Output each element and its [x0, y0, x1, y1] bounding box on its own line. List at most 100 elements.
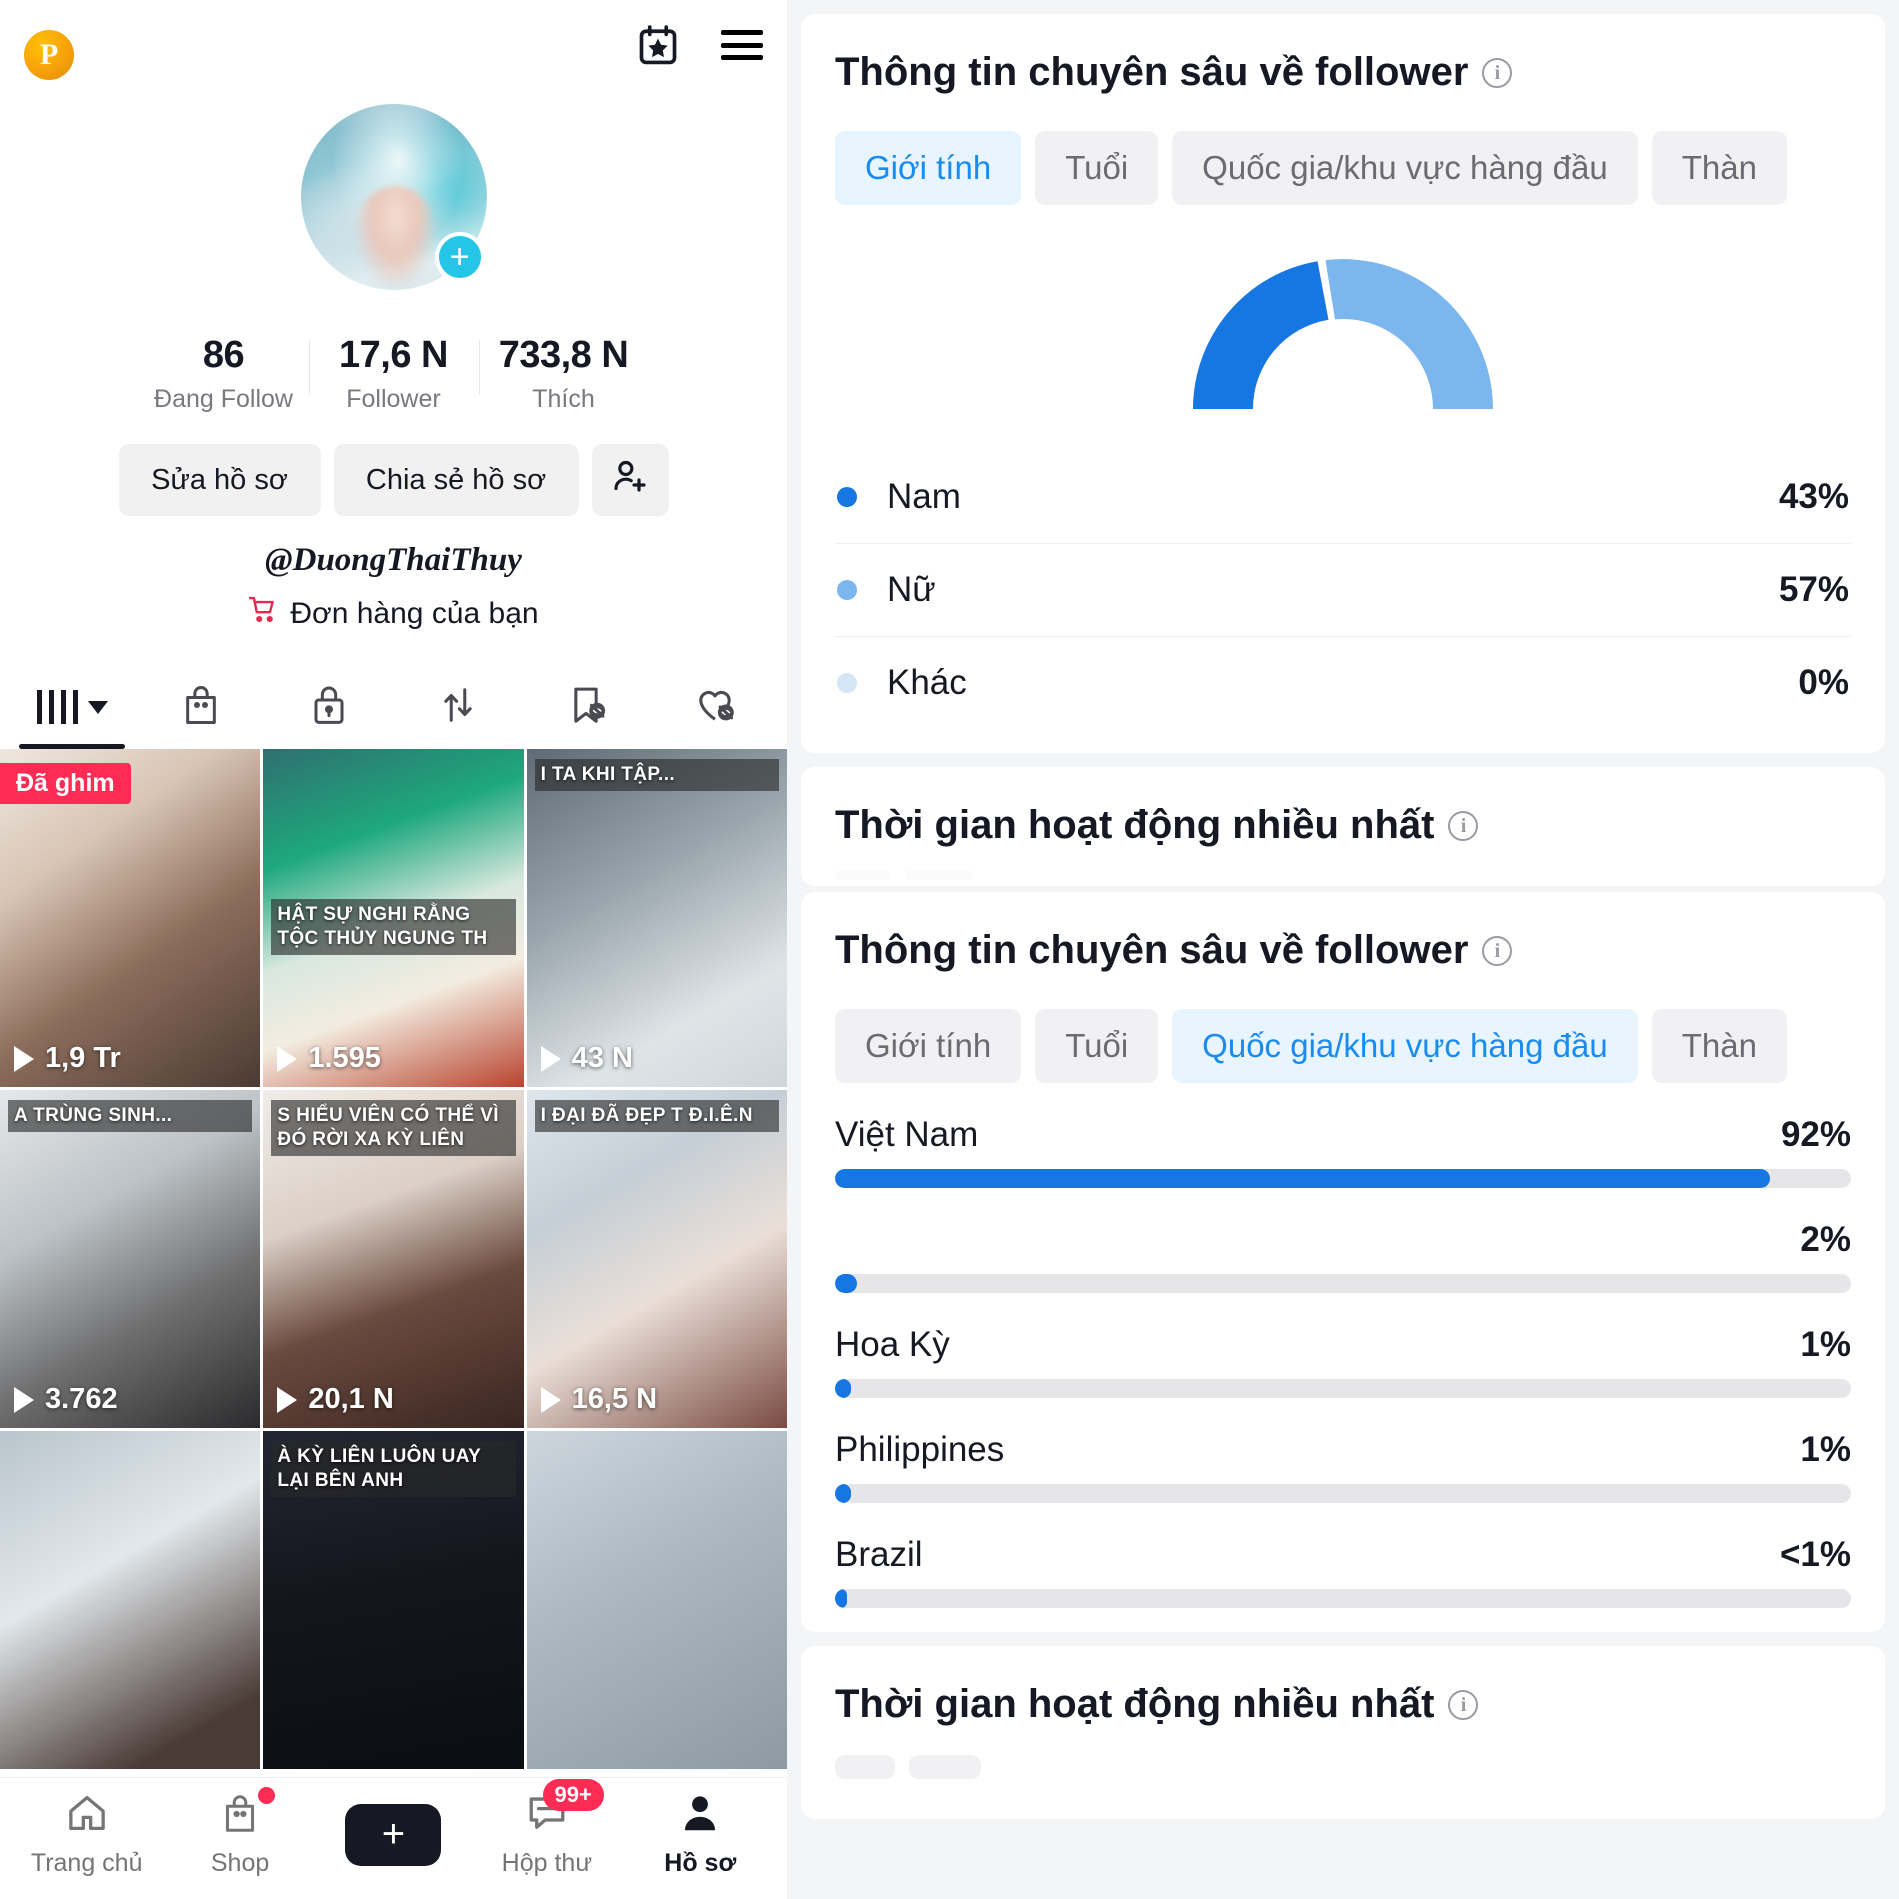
- bar-fill: [835, 1169, 1770, 1188]
- profile-handle[interactable]: @DuongThaiThuy: [0, 542, 787, 579]
- country-label: Việt Nam: [835, 1115, 979, 1154]
- country-percent: 1%: [1800, 1325, 1851, 1364]
- country-percent: 1%: [1800, 1430, 1851, 1469]
- stat-followers[interactable]: 17,6 N Follower: [308, 334, 479, 414]
- video-caption: I TA KHI TẬP...: [534, 759, 779, 791]
- share-profile-button[interactable]: Chia sẻ hồ sơ: [333, 444, 579, 516]
- card-title: Thời gian hoạt động nhiều nhất i: [835, 1682, 1851, 1727]
- tab-private[interactable]: [265, 673, 394, 741]
- nav-label: Hộp thư: [501, 1849, 593, 1877]
- profile-panel: P + 86 Đang Follow 17,6 N Follower 733,8…: [0, 0, 787, 1899]
- tab-shop[interactable]: [137, 673, 266, 741]
- activity-chip-row-clipped: [835, 870, 1851, 880]
- legend-dot: [837, 487, 857, 507]
- tab-reposts[interactable]: [394, 673, 523, 741]
- hamburger-menu-icon[interactable]: [719, 22, 765, 68]
- legend-value: 43%: [1778, 477, 1849, 516]
- bookmark-hidden-icon: [565, 683, 607, 732]
- country-label: Brazil: [835, 1535, 923, 1574]
- video-plays: 16,5 N: [540, 1383, 657, 1416]
- legend-value: 57%: [1778, 570, 1849, 609]
- video-cell[interactable]: HẬT SỰ NGHI RẰNG TỘC THỦY NGUNG TH 1.595: [263, 749, 524, 1087]
- info-icon[interactable]: i: [1448, 810, 1479, 841]
- play-count: 1.595: [308, 1042, 381, 1074]
- gauge-slice-nu: [1325, 259, 1493, 409]
- legend-label: Nữ: [887, 570, 936, 609]
- chip-city[interactable]: Thàn: [1651, 131, 1787, 205]
- nav-home[interactable]: Trang chủ: [12, 1791, 162, 1878]
- add-story-plus-icon[interactable]: +: [434, 232, 485, 282]
- chip-age[interactable]: Tuổi: [1035, 131, 1159, 205]
- country-label: Hoa Kỳ: [835, 1325, 950, 1364]
- nav-profile[interactable]: Hồ sơ: [625, 1791, 775, 1878]
- stat-following[interactable]: 86 Đang Follow: [139, 334, 309, 414]
- chip-country[interactable]: Quốc gia/khu vực hàng đầu: [1172, 1009, 1638, 1083]
- play-count: 3.762: [45, 1383, 118, 1415]
- video-plays: 1.595: [277, 1042, 381, 1075]
- gauge-slice-nam: [1193, 261, 1329, 409]
- card-title-text: Thông tin chuyên sâu về follower: [835, 50, 1469, 94]
- profile-topbar: P: [0, 0, 787, 110]
- chip-placeholder[interactable]: [835, 1755, 895, 1779]
- stat-value: 733,8 N: [498, 334, 629, 376]
- nav-label: Shop: [210, 1849, 270, 1877]
- nav-label: Hồ sơ: [664, 1849, 737, 1877]
- video-cell[interactable]: [0, 1431, 261, 1769]
- inbox-badge: 99+: [542, 1779, 604, 1811]
- nav-shop[interactable]: Shop: [165, 1787, 315, 1878]
- most-active-time-card-top: Thời gian hoạt động nhiều nhất i: [801, 767, 1885, 886]
- follower-insights-gender-card: Thông tin chuyên sâu về follower i Giới …: [801, 14, 1885, 753]
- shopping-bag-icon: [218, 1791, 262, 1840]
- chip-country[interactable]: Quốc gia/khu vực hàng đầu: [1172, 131, 1638, 205]
- video-cell[interactable]: Đã ghim 1,9 Tr: [0, 749, 261, 1087]
- gender-legend: Nam 43% Nữ 57% Khác 0%: [835, 451, 1851, 729]
- nav-inbox[interactable]: 99+ Hộp thư: [472, 1779, 622, 1878]
- bottom-navigation: Trang chủ Shop + 99+ Hộp thư Hồ sơ: [0, 1777, 787, 1899]
- info-icon[interactable]: i: [1448, 1689, 1479, 1720]
- create-plus-icon[interactable]: +: [338, 1803, 449, 1866]
- stat-likes[interactable]: 733,8 N Thích: [478, 334, 649, 414]
- add-person-button[interactable]: [591, 444, 669, 516]
- edit-profile-button[interactable]: Sửa hồ sơ: [118, 444, 321, 516]
- nav-create[interactable]: +: [318, 1803, 468, 1866]
- chip-placeholder[interactable]: [905, 870, 973, 880]
- video-caption: I ĐẠI ĐÃ ĐẸP T Đ.I.Ê.N: [534, 1100, 779, 1132]
- home-icon: [64, 1791, 110, 1840]
- tab-posts[interactable]: [8, 673, 137, 741]
- bar-track: [835, 1484, 1851, 1503]
- country-percent: 2%: [1800, 1220, 1851, 1259]
- info-icon[interactable]: i: [1482, 57, 1513, 88]
- video-cell[interactable]: S HIỂU VIÊN CÓ THỂ VÌ ĐÓ RỜI XA KỲ LIÊN …: [263, 1090, 524, 1428]
- stat-value: 86: [202, 334, 245, 376]
- play-icon: [277, 1045, 298, 1072]
- avatar[interactable]: +: [300, 104, 487, 290]
- video-plays: 43 N: [540, 1042, 633, 1075]
- heart-hidden-icon: [694, 683, 736, 732]
- chip-gender[interactable]: Giới tính: [835, 1009, 1022, 1083]
- video-cell[interactable]: I ĐẠI ĐÃ ĐẸP T Đ.I.Ê.N 16,5 N: [526, 1090, 787, 1428]
- legend-dot: [837, 580, 857, 600]
- chip-gender[interactable]: Giới tính: [835, 131, 1022, 205]
- play-count: 20,1 N: [308, 1383, 394, 1415]
- video-cell[interactable]: [526, 1431, 787, 1769]
- video-cell[interactable]: À KỲ LIÊN LUÔN UAY LẠI BÊN ANH: [263, 1431, 524, 1769]
- p-badge-icon[interactable]: P: [24, 30, 74, 80]
- activity-chip-row-clipped: [835, 1755, 1851, 1779]
- chip-age[interactable]: Tuổi: [1035, 1009, 1159, 1083]
- add-person-icon: [610, 456, 650, 504]
- info-icon[interactable]: i: [1482, 935, 1513, 966]
- video-cell[interactable]: A TRÙNG SINH... 3.762: [0, 1090, 261, 1428]
- chip-placeholder[interactable]: [835, 870, 891, 880]
- video-cell[interactable]: I TA KHI TẬP... 43 N: [526, 749, 787, 1087]
- card-title-text: Thời gian hoạt động nhiều nhất: [835, 803, 1435, 847]
- play-icon: [14, 1386, 34, 1413]
- bar-fill: [835, 1484, 852, 1503]
- shop-notification-dot: [258, 1787, 276, 1804]
- chip-placeholder[interactable]: [909, 1755, 981, 1779]
- shopping-cart-icon: [248, 595, 278, 633]
- tab-saved-hidden[interactable]: [522, 673, 651, 741]
- chip-city[interactable]: Thàn: [1651, 1009, 1787, 1083]
- tab-liked-hidden[interactable]: [651, 673, 780, 741]
- your-orders-link[interactable]: Đơn hàng của bạn: [0, 595, 787, 633]
- calendar-star-icon[interactable]: [635, 22, 681, 68]
